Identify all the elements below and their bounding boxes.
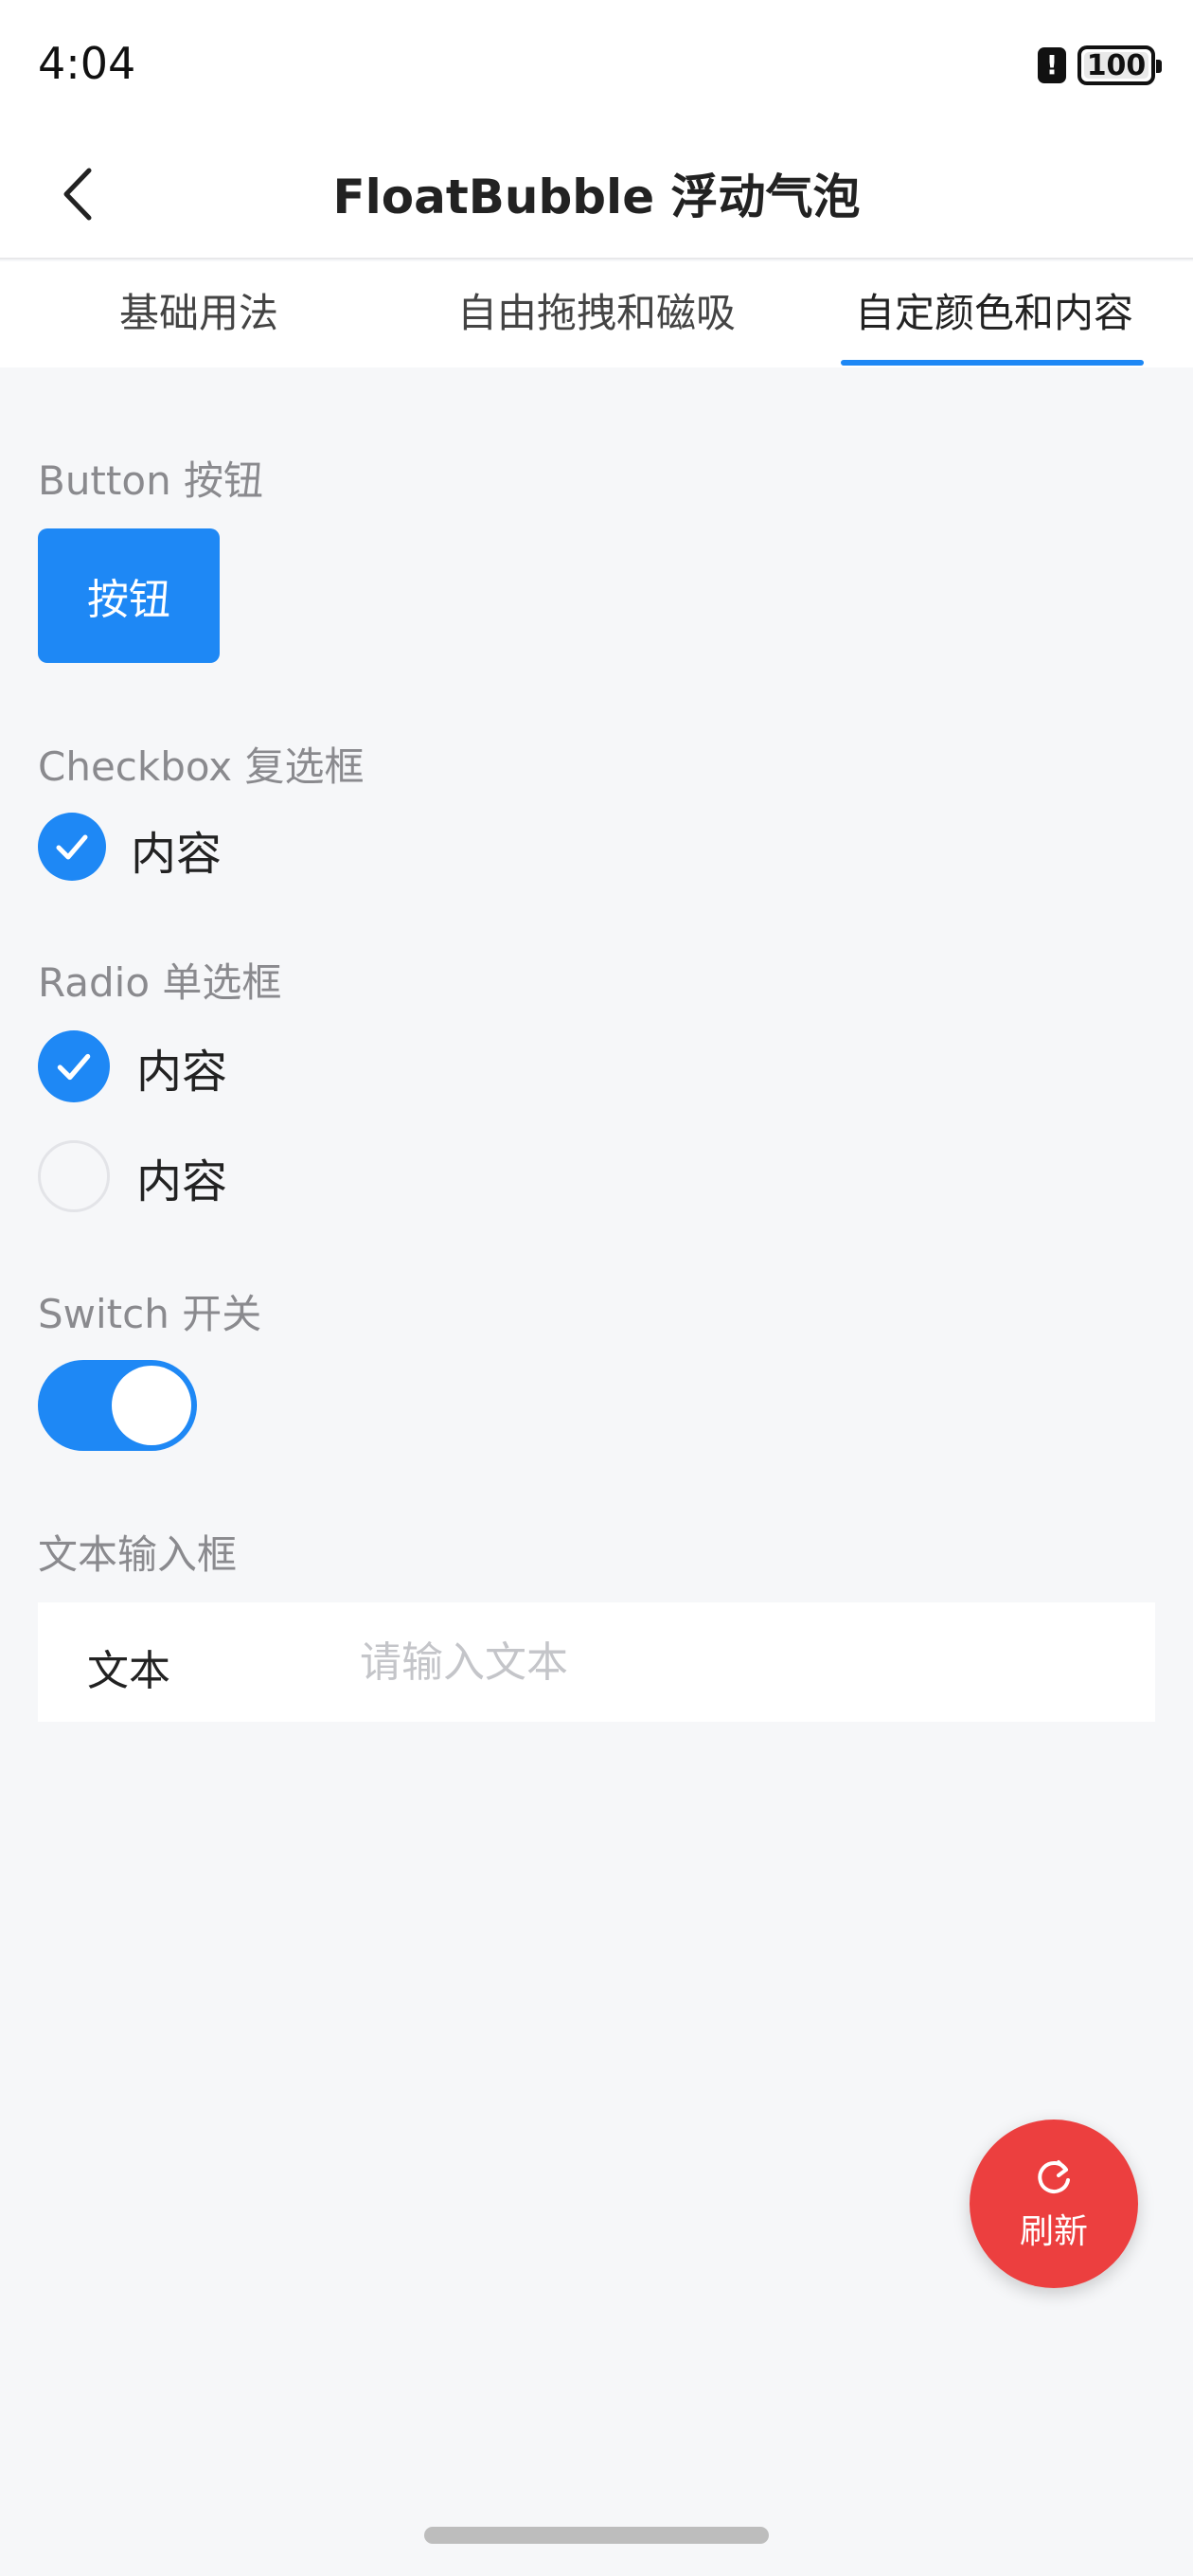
battery-level: 100 [1086,48,1147,82]
radio-option-unchecked[interactable] [38,1140,110,1212]
text-input-row: 文本 [38,1602,1155,1722]
check-icon [57,1053,91,1081]
section-label-text-input: 文本输入框 [38,1531,238,1578]
section-label-button: Button 按钮 [38,457,264,504]
section-label-radio: Radio 单选框 [38,959,282,1006]
status-bar: 4:04 ! 100 [0,0,1193,133]
section-label-checkbox: Checkbox 复选框 [38,743,365,790]
tab-active-indicator [841,360,1144,366]
text-input[interactable] [360,1621,1117,1703]
tab-drag-and-snap[interactable]: 自由拖拽和磁吸 [398,261,795,367]
status-time: 4:04 [38,38,136,89]
refresh-icon [1038,2160,1070,2193]
alert-icon: ! [1038,47,1066,83]
float-bubble-label: 刷新 [1019,2212,1088,2251]
float-bubble-refresh[interactable]: 刷新 [970,2120,1138,2288]
tab-bar: 基础用法 自由拖拽和磁吸 自定颜色和内容 [0,261,1193,367]
page-title: FloatBubble 浮动气泡 [332,170,861,224]
checkbox-label[interactable]: 内容 [131,816,222,883]
status-icons: ! 100 [1038,45,1162,85]
primary-button[interactable]: 按钮 [38,528,220,663]
check-icon [56,834,88,860]
switch-knob [112,1366,191,1445]
tab-basic-usage[interactable]: 基础用法 [0,261,398,367]
radio-option-label[interactable]: 内容 [136,1034,227,1100]
screen: 4:04 ! 100 FloatBubble 浮动气泡 基础用法 自由拖拽和磁吸… [0,0,1193,2576]
text-field-label: 文本 [87,1647,170,1695]
battery-tip [1156,60,1162,73]
checkbox-checked[interactable] [38,813,106,881]
tab-custom-color-content[interactable]: 自定颜色和内容 [795,261,1193,367]
nav-bar: FloatBubble 浮动气泡 [0,133,1193,259]
toggle-switch[interactable] [38,1360,197,1451]
home-indicator[interactable] [424,2527,769,2544]
radio-option-label[interactable]: 内容 [136,1144,227,1210]
battery-icon: 100 [1077,45,1162,85]
radio-option-checked[interactable] [38,1030,110,1102]
section-label-switch: Switch 开关 [38,1291,262,1337]
